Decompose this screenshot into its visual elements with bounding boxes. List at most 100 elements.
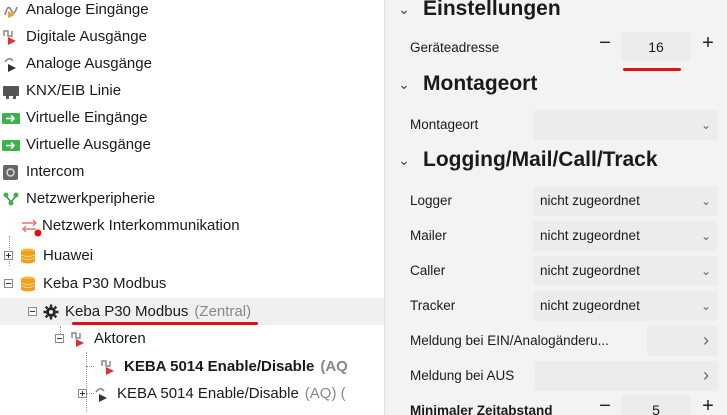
tree-item-label: Analoge Eingänge (26, 1, 149, 18)
tree-item-label: KNX/EIB Linie (26, 82, 122, 99)
decrement-button[interactable]: − (595, 395, 615, 415)
properties-panel: ⌄ Einstellungen Geräteadresse − 16 + ⌄ M… (384, 0, 727, 415)
min-zeitabstand-input[interactable]: 5 (621, 395, 691, 415)
collapse-icon[interactable] (4, 279, 13, 288)
chevron-down-icon[interactable]: ⌄ (391, 76, 417, 93)
network-peripherals-icon (2, 190, 20, 208)
tree-item-analoge-eingaenge[interactable]: Analoge Eingänge (0, 0, 384, 23)
increment-button[interactable]: + (698, 395, 718, 415)
tree-item-suffix: (Zentral) (194, 303, 252, 320)
chevron-down-icon: ⌄ (700, 263, 712, 278)
chevron-down-icon: ⌄ (700, 298, 712, 313)
tree-item-virtuelle-eingaenge[interactable]: Virtuelle Eingänge (0, 104, 384, 131)
database-icon (19, 247, 37, 265)
expand-icon[interactable] (4, 251, 13, 260)
geraeteadresse-input[interactable]: 16 (621, 32, 691, 62)
chevron-down-icon: ⌄ (700, 117, 712, 132)
tree-item-label: Netzwerkperipherie (26, 190, 156, 207)
section-title: Einstellungen (423, 0, 561, 20)
prop-label: Meldung bei AUS (410, 368, 515, 383)
tree-item-label: Virtuelle Ausgänge (26, 136, 151, 153)
intercom-icon (2, 163, 20, 181)
chevron-right-icon: › (703, 330, 709, 350)
tree-item-digitale-ausgaenge[interactable]: Digitale Ausgänge (0, 23, 384, 50)
prop-geraeteadresse: Geräteadresse − 16 + (385, 30, 727, 65)
tree-item-intercom[interactable]: Intercom (0, 158, 384, 185)
logger-select[interactable]: nicht zugeordnet ⌄ (533, 185, 718, 216)
analog-input-icon (2, 1, 20, 19)
prop-meldung-ein[interactable]: Meldung bei EIN/Analogänderu... › (385, 323, 727, 358)
section-title: Logging/Mail/Call/Track (423, 148, 658, 171)
prop-logger: Logger nicht zugeordnet ⌄ (385, 183, 727, 218)
select-value: nicht zugeordnet (540, 263, 640, 278)
tree-item-keba-5014-enable-disable-2[interactable]: KEBA 5014 Enable/Disable (AQ) ( (0, 380, 384, 407)
section-title: Montageort (423, 72, 538, 95)
tree-item-keba-p30-modbus[interactable]: Keba P30 Modbus (0, 270, 384, 297)
tree-item-knx-eib-linie[interactable]: KNX/EIB Linie (0, 77, 384, 104)
prop-label: Caller (410, 263, 446, 278)
prop-label: Geräteadresse (410, 40, 500, 55)
tree-item-label: Huawei (43, 247, 94, 264)
prop-label: Meldung bei EIN/Analogänderu... (410, 333, 609, 348)
chevron-down-icon: ⌄ (700, 193, 712, 208)
caller-select[interactable]: nicht zugeordnet ⌄ (533, 255, 718, 286)
network-intercom-icon (20, 217, 42, 236)
tree-item-analoge-ausgaenge[interactable]: Analoge Ausgänge (0, 50, 384, 77)
virtual-input-icon (2, 109, 20, 127)
tracker-select[interactable]: nicht zugeordnet ⌄ (533, 290, 718, 321)
tree-item-label: Digitale Ausgänge (26, 28, 147, 45)
collapse-icon[interactable] (28, 307, 37, 316)
increment-button[interactable]: + (698, 32, 718, 55)
tree-item-label: Analoge Ausgänge (26, 55, 152, 72)
prop-tracker: Tracker nicht zugeordnet ⌄ (385, 288, 727, 323)
tree-item-keba-5014-enable-disable[interactable]: KEBA 5014 Enable/Disable (AQ (0, 353, 384, 380)
prop-label: Tracker (410, 298, 456, 313)
tree-item-label: KEBA 5014 Enable/Disable (124, 358, 315, 375)
select-value: nicht zugeordnet (540, 228, 640, 243)
chevron-down-icon: ⌄ (700, 228, 712, 243)
decrement-button[interactable]: − (595, 32, 615, 55)
montageort-select[interactable]: ⌄ (533, 109, 718, 140)
tree-item-huawei[interactable]: Huawei (0, 242, 384, 269)
knx-line-icon (2, 82, 20, 100)
tree-item-label: Keba P30 Modbus (43, 275, 167, 292)
prop-label: Mailer (410, 228, 447, 243)
prop-label: Logger (410, 193, 453, 208)
tree-item-netzwerk-interkommunikation[interactable]: Netzwerk Interkommunikation (0, 212, 384, 239)
expand-icon[interactable] (78, 389, 87, 398)
prop-label: Montageort (410, 117, 479, 132)
chevron-down-icon[interactable]: ⌄ (391, 152, 417, 169)
prop-montageort: Montageort ⌄ (385, 107, 727, 142)
meldung-aus-open-button[interactable]: › (535, 360, 718, 391)
prop-min-zeitabstand: Minimaler Zeitabstand − 5 + (385, 393, 727, 415)
section-logging[interactable]: ⌄ Logging/Mail/Call/Track (385, 143, 727, 177)
tree-item-keba-p30-modbus-zentral[interactable]: Keba P30 Modbus (Zentral) (0, 298, 384, 325)
tree-item-aktoren[interactable]: Aktoren (0, 325, 384, 352)
mailer-select[interactable]: nicht zugeordnet ⌄ (533, 220, 718, 251)
tree-item-label: Virtuelle Eingänge (26, 109, 148, 126)
collapse-icon[interactable] (55, 334, 64, 343)
select-value: nicht zugeordnet (540, 193, 640, 208)
database-icon (19, 275, 37, 293)
tree-item-label: Intercom (26, 163, 85, 180)
tree-item-virtuelle-ausgaenge[interactable]: Virtuelle Ausgänge (0, 131, 384, 158)
tree-item-label: Aktoren (94, 330, 146, 347)
actuator-output-icon (100, 358, 118, 376)
analog-output-icon (2, 55, 20, 73)
prop-mailer: Mailer nicht zugeordnet ⌄ (385, 218, 727, 253)
digital-output-icon (2, 28, 20, 46)
prop-label: Minimaler Zeitabstand (410, 403, 553, 415)
virtual-output-icon (2, 136, 20, 154)
select-value: nicht zugeordnet (540, 298, 640, 313)
tree-item-suffix: (AQ) ( (304, 385, 346, 402)
device-tree[interactable]: Analoge Eingänge Digitale Ausgänge Analo… (0, 0, 384, 415)
meldung-ein-open-button[interactable]: › (647, 325, 718, 356)
prop-meldung-aus[interactable]: Meldung bei AUS › (385, 358, 727, 393)
tree-item-netzwerkperipherie[interactable]: Netzwerkperipherie (0, 185, 384, 212)
actuator-output-icon (93, 385, 111, 403)
chevron-down-icon[interactable]: ⌄ (391, 1, 417, 18)
section-montageort[interactable]: ⌄ Montageort (385, 67, 727, 101)
section-einstellungen[interactable]: ⌄ Einstellungen (385, 0, 727, 26)
tree-item-label: Netzwerk Interkommunikation (42, 217, 240, 234)
tree-item-suffix: (AQ (320, 358, 348, 375)
